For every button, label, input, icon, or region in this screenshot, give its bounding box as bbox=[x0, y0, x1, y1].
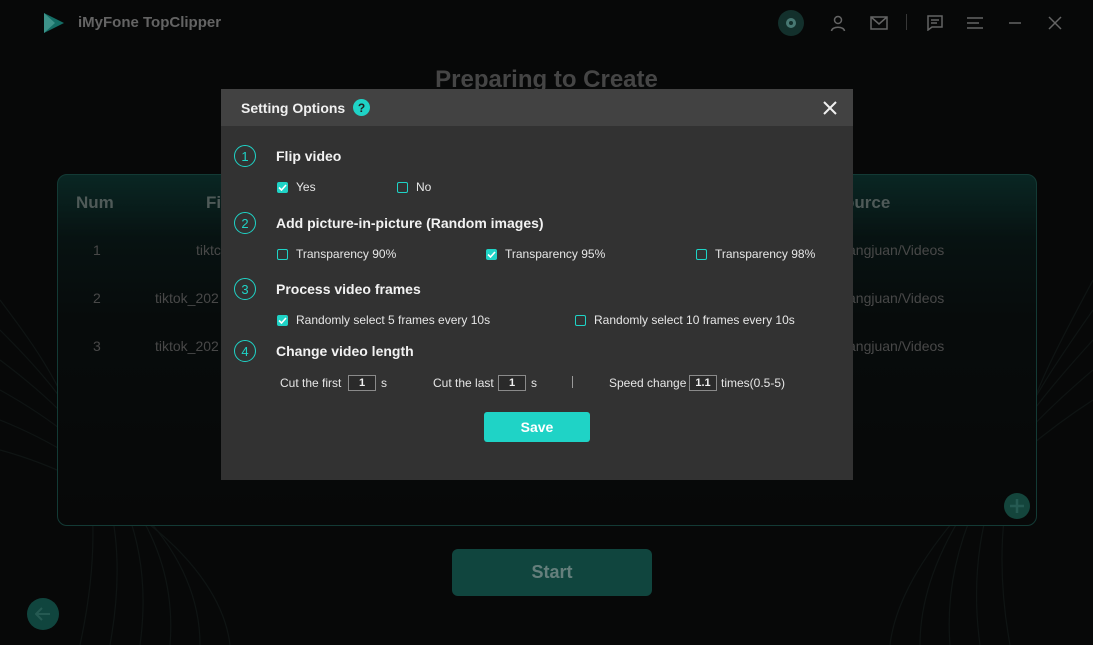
dialog-title: Setting Options bbox=[241, 100, 346, 116]
section-title-length: Change video length bbox=[276, 343, 414, 359]
cut-last-label: Cut the last bbox=[433, 376, 494, 390]
step-number: 3 bbox=[234, 278, 256, 300]
checkbox[interactable] bbox=[696, 248, 707, 260]
cut-first-input[interactable]: 1 bbox=[348, 375, 376, 391]
speed-label: Speed change bbox=[609, 376, 687, 390]
option-label: Randomly select 5 frames every 10s bbox=[296, 313, 491, 327]
cut-last-input[interactable]: 1 bbox=[498, 375, 526, 391]
section-title-frames: Process video frames bbox=[276, 281, 421, 297]
section-title-flip-video: Flip video bbox=[276, 148, 342, 164]
check-icon bbox=[278, 316, 287, 324]
option-label: No bbox=[416, 180, 432, 194]
option-10-frames[interactable]: Randomly select 10 frames every 10s bbox=[575, 313, 795, 327]
step-number: 4 bbox=[234, 340, 256, 362]
option-transparency-95[interactable]: Transparency 95% bbox=[486, 247, 605, 261]
speed-unit: times(0.5-5) bbox=[721, 376, 786, 390]
option-label: Transparency 95% bbox=[505, 247, 606, 261]
checkbox-checked[interactable] bbox=[486, 248, 497, 260]
save-button[interactable]: Save bbox=[484, 412, 590, 442]
check-icon bbox=[487, 250, 496, 258]
checkbox[interactable] bbox=[575, 314, 586, 326]
option-flip-no[interactable]: No bbox=[397, 180, 431, 194]
checkbox-checked[interactable] bbox=[277, 181, 288, 193]
dialog-header: Setting Options ? bbox=[221, 89, 853, 126]
option-flip-yes[interactable]: Yes bbox=[277, 180, 316, 194]
speed-input[interactable]: 1.1 bbox=[689, 375, 717, 391]
checkbox[interactable] bbox=[277, 248, 288, 260]
section-title-pip: Add picture-in-picture (Random images) bbox=[276, 215, 544, 231]
checkbox-checked[interactable] bbox=[277, 314, 288, 326]
option-5-frames[interactable]: Randomly select 5 frames every 10s bbox=[277, 313, 490, 327]
help-icon[interactable]: ? bbox=[353, 99, 370, 116]
cut-first-label: Cut the first bbox=[280, 376, 342, 390]
option-transparency-90[interactable]: Transparency 90% bbox=[277, 247, 396, 261]
option-label: Transparency 98% bbox=[715, 247, 816, 261]
step-number: 2 bbox=[234, 212, 256, 234]
check-icon bbox=[278, 183, 287, 191]
option-label: Yes bbox=[296, 180, 316, 194]
modal-close-icon[interactable] bbox=[821, 99, 839, 117]
setting-options-dialog: Setting Options ? 1 Flip video Yes No 2 … bbox=[221, 89, 853, 480]
option-transparency-98[interactable]: Transparency 98% bbox=[696, 247, 815, 261]
cut-first-unit: s bbox=[381, 376, 387, 390]
checkbox[interactable] bbox=[397, 181, 408, 193]
length-divider bbox=[572, 376, 573, 388]
option-label: Transparency 90% bbox=[296, 247, 397, 261]
option-label: Randomly select 10 frames every 10s bbox=[594, 313, 795, 327]
step-number: 1 bbox=[234, 145, 256, 167]
cut-last-unit: s bbox=[531, 376, 537, 390]
